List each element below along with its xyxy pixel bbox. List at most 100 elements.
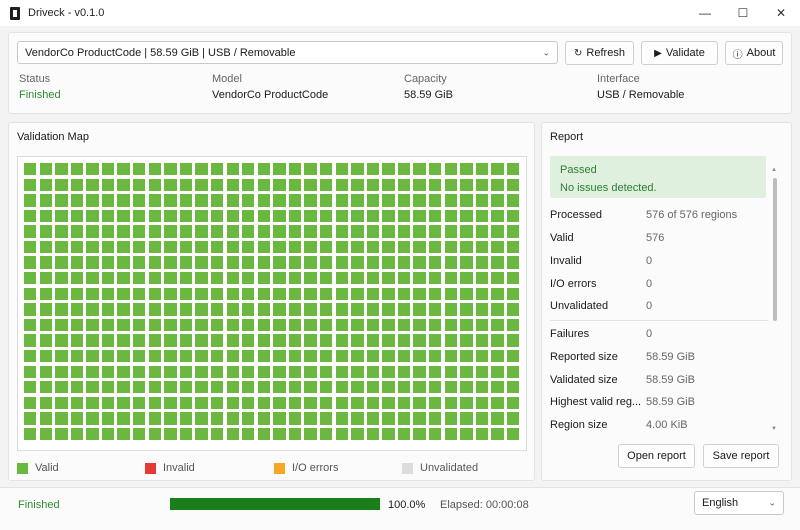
region-cell bbox=[366, 365, 380, 378]
maximize-button[interactable]: ☐ bbox=[724, 0, 762, 26]
region-cell bbox=[304, 381, 317, 394]
region-cell bbox=[148, 303, 162, 316]
region-cell bbox=[304, 272, 317, 285]
report-scrollbar[interactable] bbox=[773, 178, 777, 321]
region-cell bbox=[397, 318, 411, 332]
region-cell bbox=[413, 178, 426, 191]
region-cell bbox=[429, 240, 442, 254]
region-cell bbox=[444, 349, 457, 363]
region-cell bbox=[413, 334, 426, 347]
region-cell bbox=[413, 272, 426, 285]
region-cell bbox=[351, 381, 364, 394]
report-row-valid: Valid 576 bbox=[550, 232, 768, 248]
region-cell bbox=[55, 365, 68, 378]
region-cell bbox=[257, 287, 271, 301]
region-cell bbox=[39, 318, 52, 332]
region-cell bbox=[179, 287, 193, 301]
validate-button[interactable]: ▶ Validate bbox=[641, 41, 718, 65]
region-cell bbox=[179, 163, 193, 176]
scroll-up-icon[interactable]: ▲ bbox=[771, 167, 777, 173]
region-cell bbox=[55, 334, 68, 347]
region-cell bbox=[70, 209, 84, 223]
region-cell bbox=[179, 365, 193, 378]
region-cell bbox=[319, 287, 333, 301]
legend-invalid: Invalid bbox=[145, 462, 195, 474]
region-cell bbox=[133, 427, 146, 441]
region-cell bbox=[70, 240, 84, 254]
region-cell bbox=[397, 256, 411, 269]
region-cell bbox=[351, 163, 364, 176]
report-row-validated-size: Validated size 58.59 GiB bbox=[550, 374, 768, 390]
report-separator bbox=[550, 320, 768, 321]
region-cell bbox=[429, 178, 442, 191]
region-cell bbox=[226, 272, 239, 285]
region-cell bbox=[257, 272, 271, 285]
region-cell bbox=[382, 349, 395, 363]
region-cell bbox=[39, 272, 52, 285]
region-cell bbox=[491, 318, 504, 332]
drive-select[interactable]: VendorCo ProductCode | 58.59 GiB | USB /… bbox=[17, 41, 558, 64]
region-cell bbox=[70, 178, 84, 191]
legend-unvalidated: Unvalidated bbox=[402, 462, 478, 474]
region-cell bbox=[304, 178, 317, 191]
interface-value: USB / Removable bbox=[597, 89, 685, 101]
region-cell bbox=[242, 272, 255, 285]
interface-info: Interface USB / Removable bbox=[597, 73, 684, 105]
region-cell bbox=[288, 240, 302, 254]
region-cell bbox=[226, 349, 239, 363]
region-cell bbox=[55, 178, 68, 191]
region-cell bbox=[226, 194, 239, 207]
region-cell bbox=[117, 272, 130, 285]
region-cell bbox=[257, 209, 271, 223]
region-cell bbox=[382, 163, 395, 176]
region-cell bbox=[319, 256, 333, 269]
region-cell bbox=[397, 209, 411, 223]
region-cell bbox=[210, 396, 224, 410]
region-cell bbox=[491, 225, 504, 238]
region-cell bbox=[70, 427, 84, 441]
region-cell bbox=[39, 178, 52, 191]
region-cell bbox=[117, 256, 130, 269]
region-cell bbox=[39, 396, 52, 410]
region-cell bbox=[475, 240, 489, 254]
region-cell bbox=[70, 303, 84, 316]
region-cell bbox=[460, 412, 473, 425]
save-report-button[interactable]: Save report bbox=[703, 444, 779, 468]
refresh-button[interactable]: ↻ Refresh bbox=[565, 41, 634, 65]
region-cell bbox=[39, 163, 52, 176]
region-cell bbox=[226, 412, 239, 425]
legend-swatch bbox=[274, 462, 285, 474]
region-cell bbox=[335, 225, 348, 238]
region-cell bbox=[242, 256, 255, 269]
app-icon bbox=[10, 6, 20, 20]
region-cell bbox=[288, 318, 302, 332]
open-report-button[interactable]: Open report bbox=[618, 444, 695, 468]
region-cell bbox=[304, 163, 317, 176]
region-cell bbox=[366, 318, 380, 332]
region-cell bbox=[257, 365, 271, 378]
region-cell bbox=[366, 272, 380, 285]
region-cell bbox=[397, 178, 411, 191]
region-cell bbox=[133, 303, 146, 316]
region-cell bbox=[210, 287, 224, 301]
region-cell bbox=[444, 427, 457, 441]
close-button[interactable]: ✕ bbox=[762, 0, 800, 26]
region-cell bbox=[382, 272, 395, 285]
region-cell bbox=[242, 349, 255, 363]
region-cell bbox=[491, 365, 504, 378]
region-cell bbox=[351, 396, 364, 410]
region-cell bbox=[351, 303, 364, 316]
region-cell bbox=[351, 412, 364, 425]
region-cell bbox=[397, 225, 411, 238]
region-cell bbox=[335, 303, 348, 316]
region-cell bbox=[101, 334, 115, 347]
region-cell bbox=[210, 163, 224, 176]
region-cell bbox=[195, 381, 208, 394]
region-cell bbox=[304, 225, 317, 238]
about-button[interactable]: ⓘ About bbox=[725, 41, 783, 65]
region-cell bbox=[460, 256, 473, 269]
language-select[interactable]: English ⌄ bbox=[694, 491, 784, 515]
region-cell bbox=[351, 194, 364, 207]
minimize-button[interactable]: — bbox=[686, 0, 724, 26]
scroll-down-icon[interactable]: ▼ bbox=[771, 426, 777, 432]
